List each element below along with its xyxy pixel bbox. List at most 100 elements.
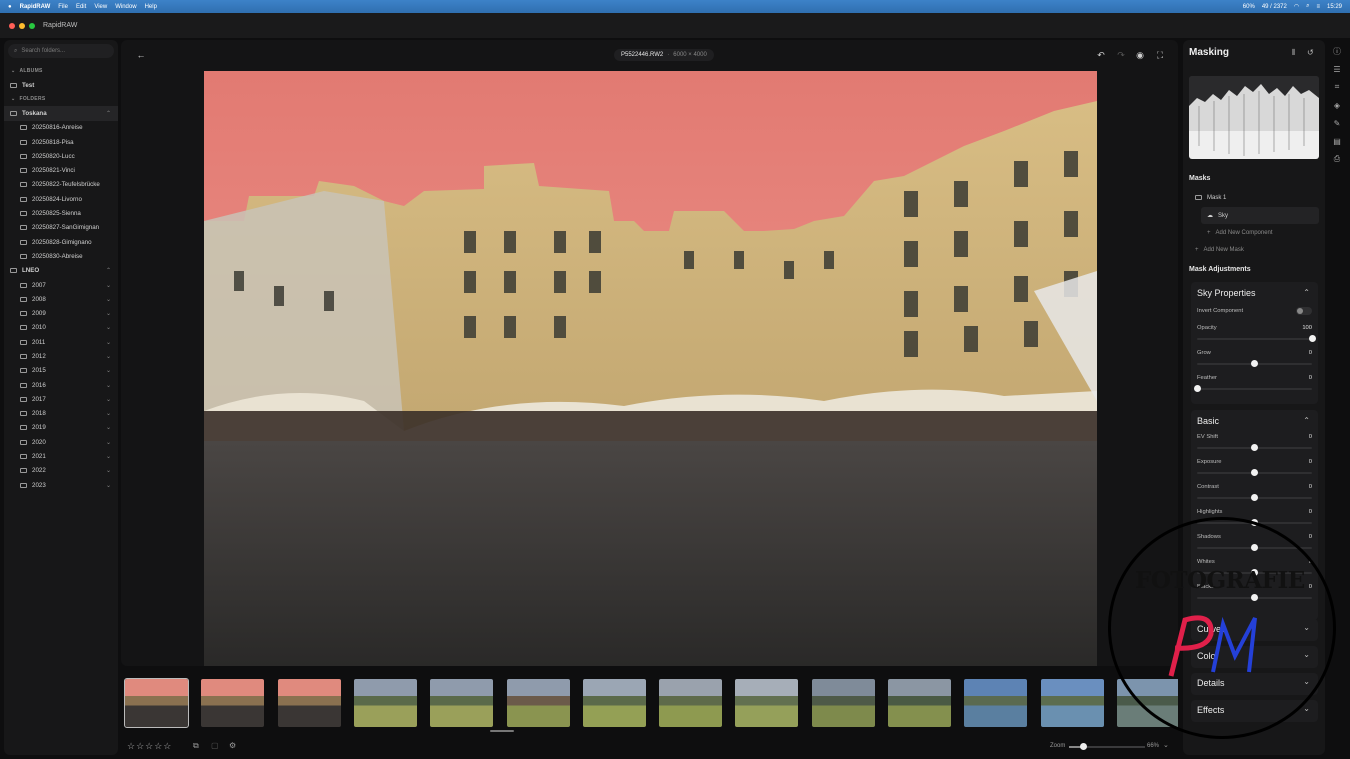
folder-item[interactable]: 2012 ⌄ (4, 349, 118, 363)
folder-item[interactable]: 2015 ⌄ (4, 364, 118, 378)
slider-opacity[interactable]: Opacity 100 (1197, 325, 1316, 345)
chevron-down-icon[interactable]: ⌄ (106, 424, 111, 431)
folder-item[interactable]: 20250818-Pisa (4, 135, 118, 149)
menu-help[interactable]: Help (145, 4, 157, 10)
chevron-down-icon[interactable]: ⌄ (106, 310, 111, 317)
slider-knob[interactable] (1308, 335, 1316, 342)
filmstrip-thumbnail[interactable] (277, 679, 341, 727)
mask-component-sky[interactable]: ☁ Sky (1201, 207, 1319, 224)
chevron-down-icon[interactable]: ⌄ (106, 439, 111, 446)
filmstrip-thumbnail[interactable] (201, 679, 265, 727)
fullscreen-icon[interactable]: ⛶ (1154, 49, 1166, 61)
slider-track[interactable] (1197, 388, 1312, 390)
filmstrip-thumbnail[interactable] (888, 679, 951, 727)
crop-icon[interactable]: ⌗ (1330, 78, 1344, 96)
slider-knob[interactable] (1251, 569, 1258, 576)
chevron-down-icon[interactable]: ⌄ (1303, 704, 1310, 713)
menu-file[interactable]: File (58, 4, 68, 10)
folder-item[interactable]: 2010 ⌄ (4, 321, 118, 335)
masks-layers-icon[interactable]: ◈ (1330, 96, 1344, 114)
invert-toggle[interactable] (1296, 307, 1312, 315)
slider-knob[interactable] (1251, 469, 1258, 476)
folder-item[interactable]: 2023 ⌄ (4, 478, 118, 492)
zoom-window-button[interactable] (29, 22, 35, 29)
folder-item[interactable]: 20250824-Livorno (4, 192, 118, 206)
chevron-down-icon[interactable]: ⌄ (106, 367, 111, 374)
zoom-slider[interactable] (1069, 743, 1145, 750)
slider-contrast[interactable]: Contrast 0 (1197, 484, 1312, 504)
filmstrip-thumbnail[interactable] (353, 679, 417, 727)
slider-knob[interactable] (1251, 544, 1258, 551)
add-component-button[interactable]: + Add New Component (1201, 224, 1319, 241)
brush-icon[interactable]: ✎ (1330, 114, 1344, 132)
folder-item[interactable]: 2020 ⌄ (4, 435, 118, 449)
chevron-down-icon[interactable]: ⌄ (106, 482, 111, 489)
control-center-icon[interactable]: ≡ (1316, 4, 1320, 10)
folder-item[interactable]: 2018 ⌄ (4, 407, 118, 421)
redo-icon[interactable]: ↷ (1115, 49, 1127, 61)
slider-knob[interactable] (1251, 494, 1258, 501)
section-curves[interactable]: Curves ⌄ (1191, 619, 1318, 641)
slider-ev-shift[interactable]: EV Shift 0 (1197, 434, 1312, 454)
filmstrip-thumbnail[interactable] (659, 679, 723, 727)
filmstrip-thumbnail[interactable] (124, 678, 189, 728)
eye-icon[interactable]: ◉ (1134, 49, 1146, 61)
menu-app[interactable]: RapidRAW (20, 4, 51, 10)
folder-item[interactable]: 2007 ⌄ (4, 278, 118, 292)
folder-item[interactable]: 20250828-Gimignano (4, 235, 118, 249)
close-window-button[interactable] (9, 22, 15, 29)
chevron-down-icon[interactable]: ⌄ (1303, 623, 1310, 632)
chevron-up-icon[interactable]: ⌃ (106, 110, 111, 117)
filmstrip-thumbnail[interactable] (506, 679, 570, 727)
slider-grow[interactable]: Grow 0 (1197, 350, 1312, 370)
album-item[interactable]: Test (4, 78, 118, 92)
minimize-window-button[interactable] (19, 22, 25, 29)
apple-icon[interactable]: ● (8, 4, 12, 10)
chevron-up-icon[interactable]: ⌃ (1303, 416, 1310, 425)
folder-root[interactable]: Toskana ⌃ (4, 106, 118, 121)
main-photo[interactable] (204, 71, 1097, 666)
menu-edit[interactable]: Edit (76, 4, 86, 10)
chevron-down-icon[interactable]: ⌄ (106, 382, 111, 389)
filmstrip-thumbnail[interactable] (430, 679, 494, 727)
chevron-down-icon[interactable]: ⌄ (106, 410, 111, 417)
folder-item[interactable]: 20250821-Vinci (4, 163, 118, 177)
folder-item[interactable]: 20250822-Teufelsbrücke (4, 178, 118, 192)
folder-item[interactable]: 20250825-Sienna (4, 206, 118, 220)
chevron-down-icon[interactable]: ⌄ (106, 467, 111, 474)
search-input[interactable]: ⌕ Search folders... (8, 44, 114, 58)
filmstrip-thumbnail[interactable] (582, 679, 646, 727)
basic-title[interactable]: Basic (1197, 416, 1219, 426)
slider-whites[interactable]: Whites 0 (1197, 559, 1312, 579)
chevron-down-icon[interactable]: ⌄ (106, 396, 111, 403)
histogram-icon[interactable]: ⫴ (1292, 48, 1295, 58)
rating-stars[interactable]: ☆☆☆☆☆ (127, 741, 172, 752)
folder-item[interactable]: 2011 ⌄ (4, 335, 118, 349)
section-details[interactable]: Details ⌄ (1191, 673, 1318, 695)
folder-item[interactable]: 20250820-Lucc (4, 149, 118, 163)
presets-icon[interactable]: ▤ (1330, 132, 1344, 150)
folder-item[interactable]: 20250827-SanGimignan (4, 221, 118, 235)
slider-knob[interactable] (1251, 594, 1258, 601)
export-icon[interactable]: ⎙ (1330, 150, 1344, 168)
slider-blacks[interactable]: Blacks 0 (1197, 584, 1312, 604)
folder-item[interactable]: 2021 ⌄ (4, 449, 118, 463)
folder-item[interactable]: 2016 ⌄ (4, 378, 118, 392)
wifi-icon[interactable]: ◠ (1294, 3, 1299, 10)
albums-header[interactable]: ⌄ ALBUMS (4, 64, 118, 78)
filmstrip-resize-handle[interactable] (490, 730, 514, 732)
reset-icon[interactable]: ↺ (1307, 48, 1314, 57)
chevron-down-icon[interactable]: ⌄ (106, 324, 111, 331)
menu-view[interactable]: View (94, 4, 107, 10)
paste-icon[interactable]: ▢ (211, 741, 219, 750)
sky-properties-title[interactable]: Sky Properties (1197, 288, 1256, 298)
slider-shadows[interactable]: Shadows 0 (1197, 534, 1312, 554)
battery-status[interactable]: 60% (1243, 4, 1255, 10)
folders-header[interactable]: ⌄ FOLDERS (4, 92, 118, 106)
filmstrip-thumbnail[interactable] (811, 679, 875, 727)
folder-item[interactable]: 2022 ⌄ (4, 464, 118, 478)
section-effects[interactable]: Effects ⌄ (1191, 700, 1318, 722)
section-color[interactable]: Color ⌄ (1191, 646, 1318, 668)
adjustments-icon[interactable]: ☰ (1330, 60, 1344, 78)
chevron-down-icon[interactable]: ⌄ (1303, 650, 1310, 659)
